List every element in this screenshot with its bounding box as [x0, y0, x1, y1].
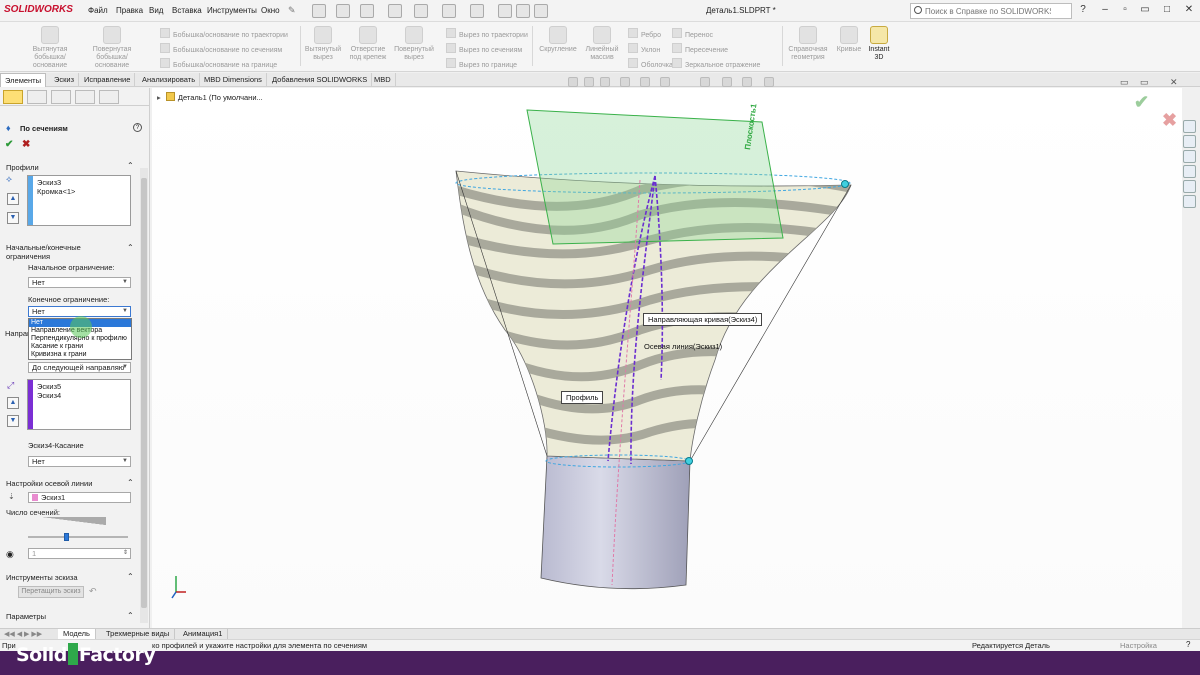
status-settings[interactable]: Настройка	[1120, 640, 1157, 651]
center-line-callout[interactable]: Осевая линия(Эскиз1)	[639, 340, 727, 353]
status-message: ко профилей и укажите настройки для элем…	[152, 641, 368, 650]
handle-point[interactable]	[841, 180, 849, 188]
triad-axes	[171, 576, 186, 599]
task-pane	[1183, 120, 1200, 210]
profile-callout[interactable]: Профиль	[561, 391, 604, 404]
bottom-tabs: ◀◀ ◀ ▶ ▶▶ Модель Трехмерные виды Анимаци…	[0, 628, 1200, 640]
status-message-start: При	[2, 641, 16, 650]
view-palette-icon[interactable]	[1183, 165, 1196, 178]
viewport-tile-icon[interactable]: ▭	[1140, 77, 1149, 88]
custom-properties-icon[interactable]	[1183, 195, 1196, 208]
guide-curve-callout[interactable]: Направляющая кривая(Эскиз4)	[643, 313, 763, 326]
handle-point[interactable]	[685, 457, 693, 465]
confirm-cancel-icon[interactable]: ✖	[1162, 110, 1177, 131]
viewport-close-icon[interactable]: ✕	[1170, 77, 1178, 88]
appearances-icon[interactable]	[1183, 180, 1196, 193]
model-svg: Плоскость1	[171, 103, 852, 599]
viewport-restore-icon[interactable]: ▭	[1120, 77, 1129, 88]
resources-icon[interactable]	[1183, 120, 1196, 133]
video-overlay-bar	[0, 651, 1200, 675]
status-bar: При ко профилей и укажите настройки для …	[0, 639, 1200, 651]
tab-nav-arrows-icon[interactable]: ◀◀ ◀ ▶ ▶▶	[4, 630, 42, 638]
watermark-green-block	[67, 643, 78, 665]
design-library-icon[interactable]	[1183, 135, 1196, 148]
help-status-icon[interactable]: ?	[1186, 639, 1190, 650]
file-explorer-icon[interactable]	[1183, 150, 1196, 163]
cylinder-body[interactable]	[540, 455, 691, 590]
status-editing: Редактируется Деталь	[972, 641, 1050, 650]
confirm-ok-icon[interactable]: ✔	[1134, 92, 1149, 113]
solidfactory-watermark: Solid Factory	[16, 643, 156, 666]
